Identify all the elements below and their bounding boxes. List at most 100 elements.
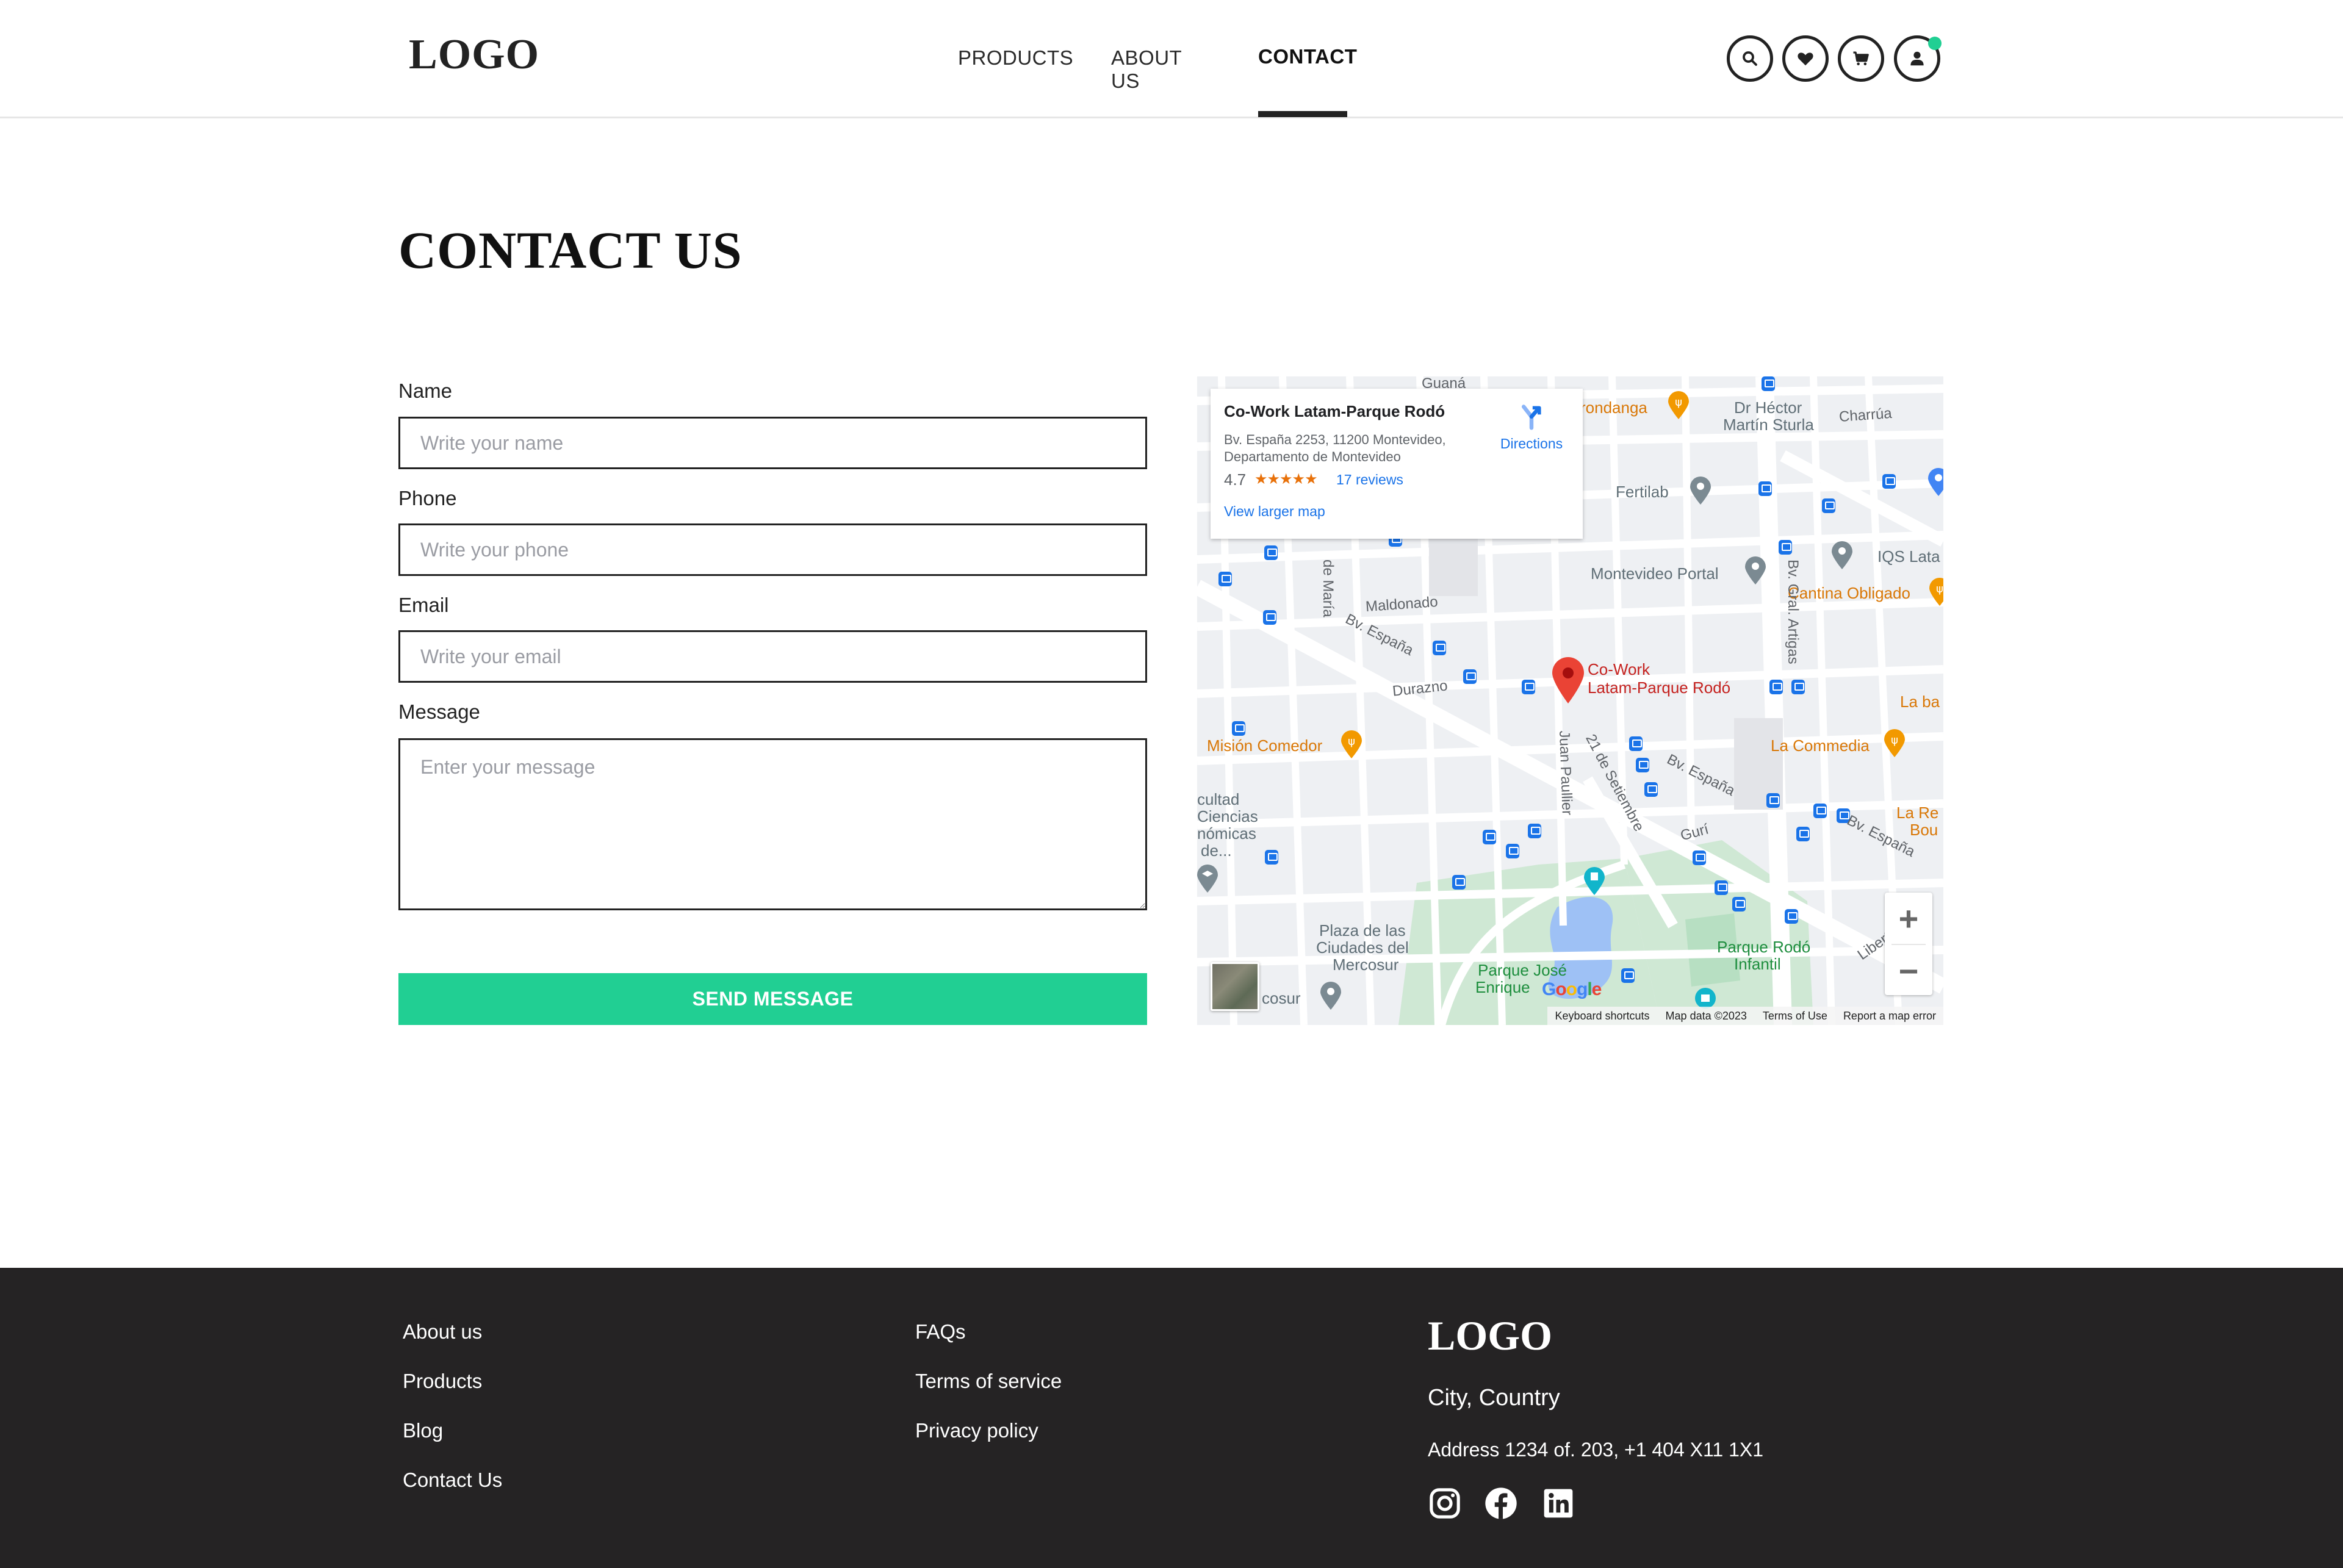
zoom-in-button[interactable]: + <box>1885 893 1932 944</box>
restaurant-pin-icon[interactable]: ψ <box>1341 730 1362 758</box>
footer-link-about-us[interactable]: About us <box>403 1320 482 1343</box>
bus-stop-icon[interactable] <box>1882 474 1896 489</box>
footer-link-blog[interactable]: Blog <box>403 1419 443 1442</box>
keyboard-shortcuts-link[interactable]: Keyboard shortcuts <box>1555 1010 1649 1023</box>
bus-stop-icon[interactable] <box>1785 909 1798 924</box>
header-logo[interactable]: LOGO <box>409 31 539 79</box>
bus-stop-icon[interactable] <box>1813 804 1827 818</box>
place-pin-icon[interactable] <box>1690 477 1711 505</box>
bus-stop-icon[interactable] <box>1629 736 1643 751</box>
footer-link-faqs[interactable]: FAQs <box>915 1320 966 1343</box>
bus-stop-icon[interactable] <box>1791 680 1805 694</box>
restaurant-pin-icon[interactable]: ψ <box>1929 578 1943 606</box>
bus-stop-icon[interactable] <box>1483 830 1496 844</box>
name-input[interactable] <box>398 417 1147 469</box>
marker-label: Co-Work <box>1588 660 1650 678</box>
directions-icon <box>1521 405 1541 430</box>
footer-link-terms[interactable]: Terms of service <box>915 1370 1062 1393</box>
search-button[interactable] <box>1727 35 1773 82</box>
map-attribution-bar: Keyboard shortcuts Map data ©2023 Terms … <box>1547 1007 1943 1025</box>
bus-stop-icon[interactable] <box>1693 851 1706 865</box>
poi-label: Plaza de las <box>1319 921 1406 940</box>
attraction-pin-icon[interactable] <box>1584 867 1605 895</box>
wishlist-button[interactable] <box>1782 35 1829 82</box>
place-pin-icon[interactable] <box>1745 556 1766 584</box>
instagram-link[interactable] <box>1428 1486 1462 1520</box>
footer-logo: LOGO <box>1428 1312 1553 1359</box>
poi-label: rondanga <box>1580 398 1647 417</box>
poi-label: La Commedia <box>1771 736 1870 755</box>
send-message-button[interactable]: SEND MESSAGE <box>398 973 1147 1025</box>
marker-label: Latam-Parque Rodó <box>1588 678 1731 697</box>
restaurant-pin-icon[interactable]: ψ <box>1668 391 1689 419</box>
bus-stop-icon[interactable] <box>1452 875 1466 890</box>
zoom-out-button[interactable]: − <box>1885 945 1932 996</box>
bus-stop-icon[interactable] <box>1232 721 1245 736</box>
bus-stop-icon[interactable] <box>1433 641 1446 655</box>
poi-label: Montevideo Portal <box>1591 564 1719 583</box>
footer-link-products[interactable]: Products <box>403 1370 482 1393</box>
notification-badge <box>1928 37 1942 50</box>
report-map-error-link[interactable]: Report a map error <box>1843 1010 1936 1023</box>
heart-icon <box>1798 52 1813 66</box>
location-marker-icon[interactable] <box>1552 657 1584 703</box>
bus-stop-icon[interactable] <box>1263 610 1276 625</box>
place-pin-icon[interactable] <box>1928 468 1943 496</box>
street-label: de María <box>1320 559 1336 617</box>
linkedin-link[interactable] <box>1541 1486 1575 1520</box>
nav-products[interactable]: PRODUCTS <box>958 46 1073 70</box>
bus-stop-icon[interactable] <box>1796 827 1810 841</box>
poi-label: Infantil <box>1734 955 1781 973</box>
message-textarea[interactable] <box>398 738 1147 910</box>
phone-input[interactable] <box>398 523 1147 576</box>
bus-stop-icon[interactable] <box>1463 669 1477 684</box>
bus-stop-icon[interactable] <box>1528 824 1541 838</box>
bus-stop-icon[interactable] <box>1506 844 1519 858</box>
bus-stop-icon[interactable] <box>1715 880 1728 895</box>
reviews-link[interactable]: 17 reviews <box>1336 472 1403 488</box>
poi-label: Enrique <box>1475 978 1530 996</box>
bus-stop-icon[interactable] <box>1822 498 1835 513</box>
bus-stop-icon[interactable] <box>1218 572 1232 586</box>
footer-link-privacy[interactable]: Privacy policy <box>915 1419 1038 1442</box>
nav-contact[interactable]: CONTACT <box>1258 45 1357 68</box>
bus-stop-icon[interactable] <box>1758 481 1772 496</box>
university-pin-icon[interactable] <box>1197 865 1218 893</box>
bus-stop-icon[interactable] <box>1522 680 1535 694</box>
phone-label: Phone <box>398 487 457 509</box>
search-icon <box>1743 51 1757 66</box>
directions-button[interactable]: Directions <box>1495 403 1568 452</box>
map-zoom-control: + − <box>1885 893 1932 995</box>
restaurant-pin-icon[interactable]: ψ <box>1884 729 1905 757</box>
satellite-toggle-button[interactable] <box>1211 962 1259 1011</box>
email-input[interactable] <box>398 630 1147 683</box>
nav-about-us[interactable]: ABOUT US <box>1111 46 1182 93</box>
poi-label: Mercosur <box>1333 955 1399 974</box>
bus-stop-icon[interactable] <box>1732 897 1746 912</box>
embedded-map[interactable]: ψ ψ ψ ψ Co-Work Latam-Parque Rodó Guaná … <box>1197 376 1943 1025</box>
bus-stop-icon[interactable] <box>1265 850 1278 865</box>
bus-stop-icon[interactable] <box>1644 782 1658 797</box>
bus-stop-icon[interactable] <box>1636 758 1649 772</box>
svg-text:ψ: ψ <box>1675 396 1682 409</box>
place-pin-icon[interactable] <box>1832 541 1852 569</box>
poi-label: Misión Comedor <box>1207 736 1323 755</box>
name-label: Name <box>398 379 453 402</box>
bus-stop-icon[interactable] <box>1264 545 1278 560</box>
linkedin-icon <box>1544 1489 1573 1518</box>
cart-button[interactable] <box>1838 35 1884 82</box>
footer-link-contact-us[interactable]: Contact Us <box>403 1469 502 1492</box>
poi-label: Cantina Obligado <box>1788 584 1910 602</box>
terms-of-use-link[interactable]: Terms of Use <box>1763 1010 1827 1023</box>
place-address: Bv. España 2253, 11200 Montevideo, Depar… <box>1224 432 1446 464</box>
facebook-link[interactable] <box>1484 1486 1518 1520</box>
footer-city: City, Country <box>1428 1385 1560 1411</box>
street-label: Bv. Gral. Artigas <box>1785 559 1801 664</box>
place-pin-icon[interactable] <box>1320 982 1341 1010</box>
bus-stop-icon[interactable] <box>1766 793 1780 808</box>
bus-stop-icon[interactable] <box>1621 968 1635 983</box>
bus-stop-icon[interactable] <box>1779 540 1792 555</box>
bus-stop-icon[interactable] <box>1762 376 1775 391</box>
view-larger-map-link[interactable]: View larger map <box>1224 503 1325 520</box>
bus-stop-icon[interactable] <box>1769 680 1783 694</box>
